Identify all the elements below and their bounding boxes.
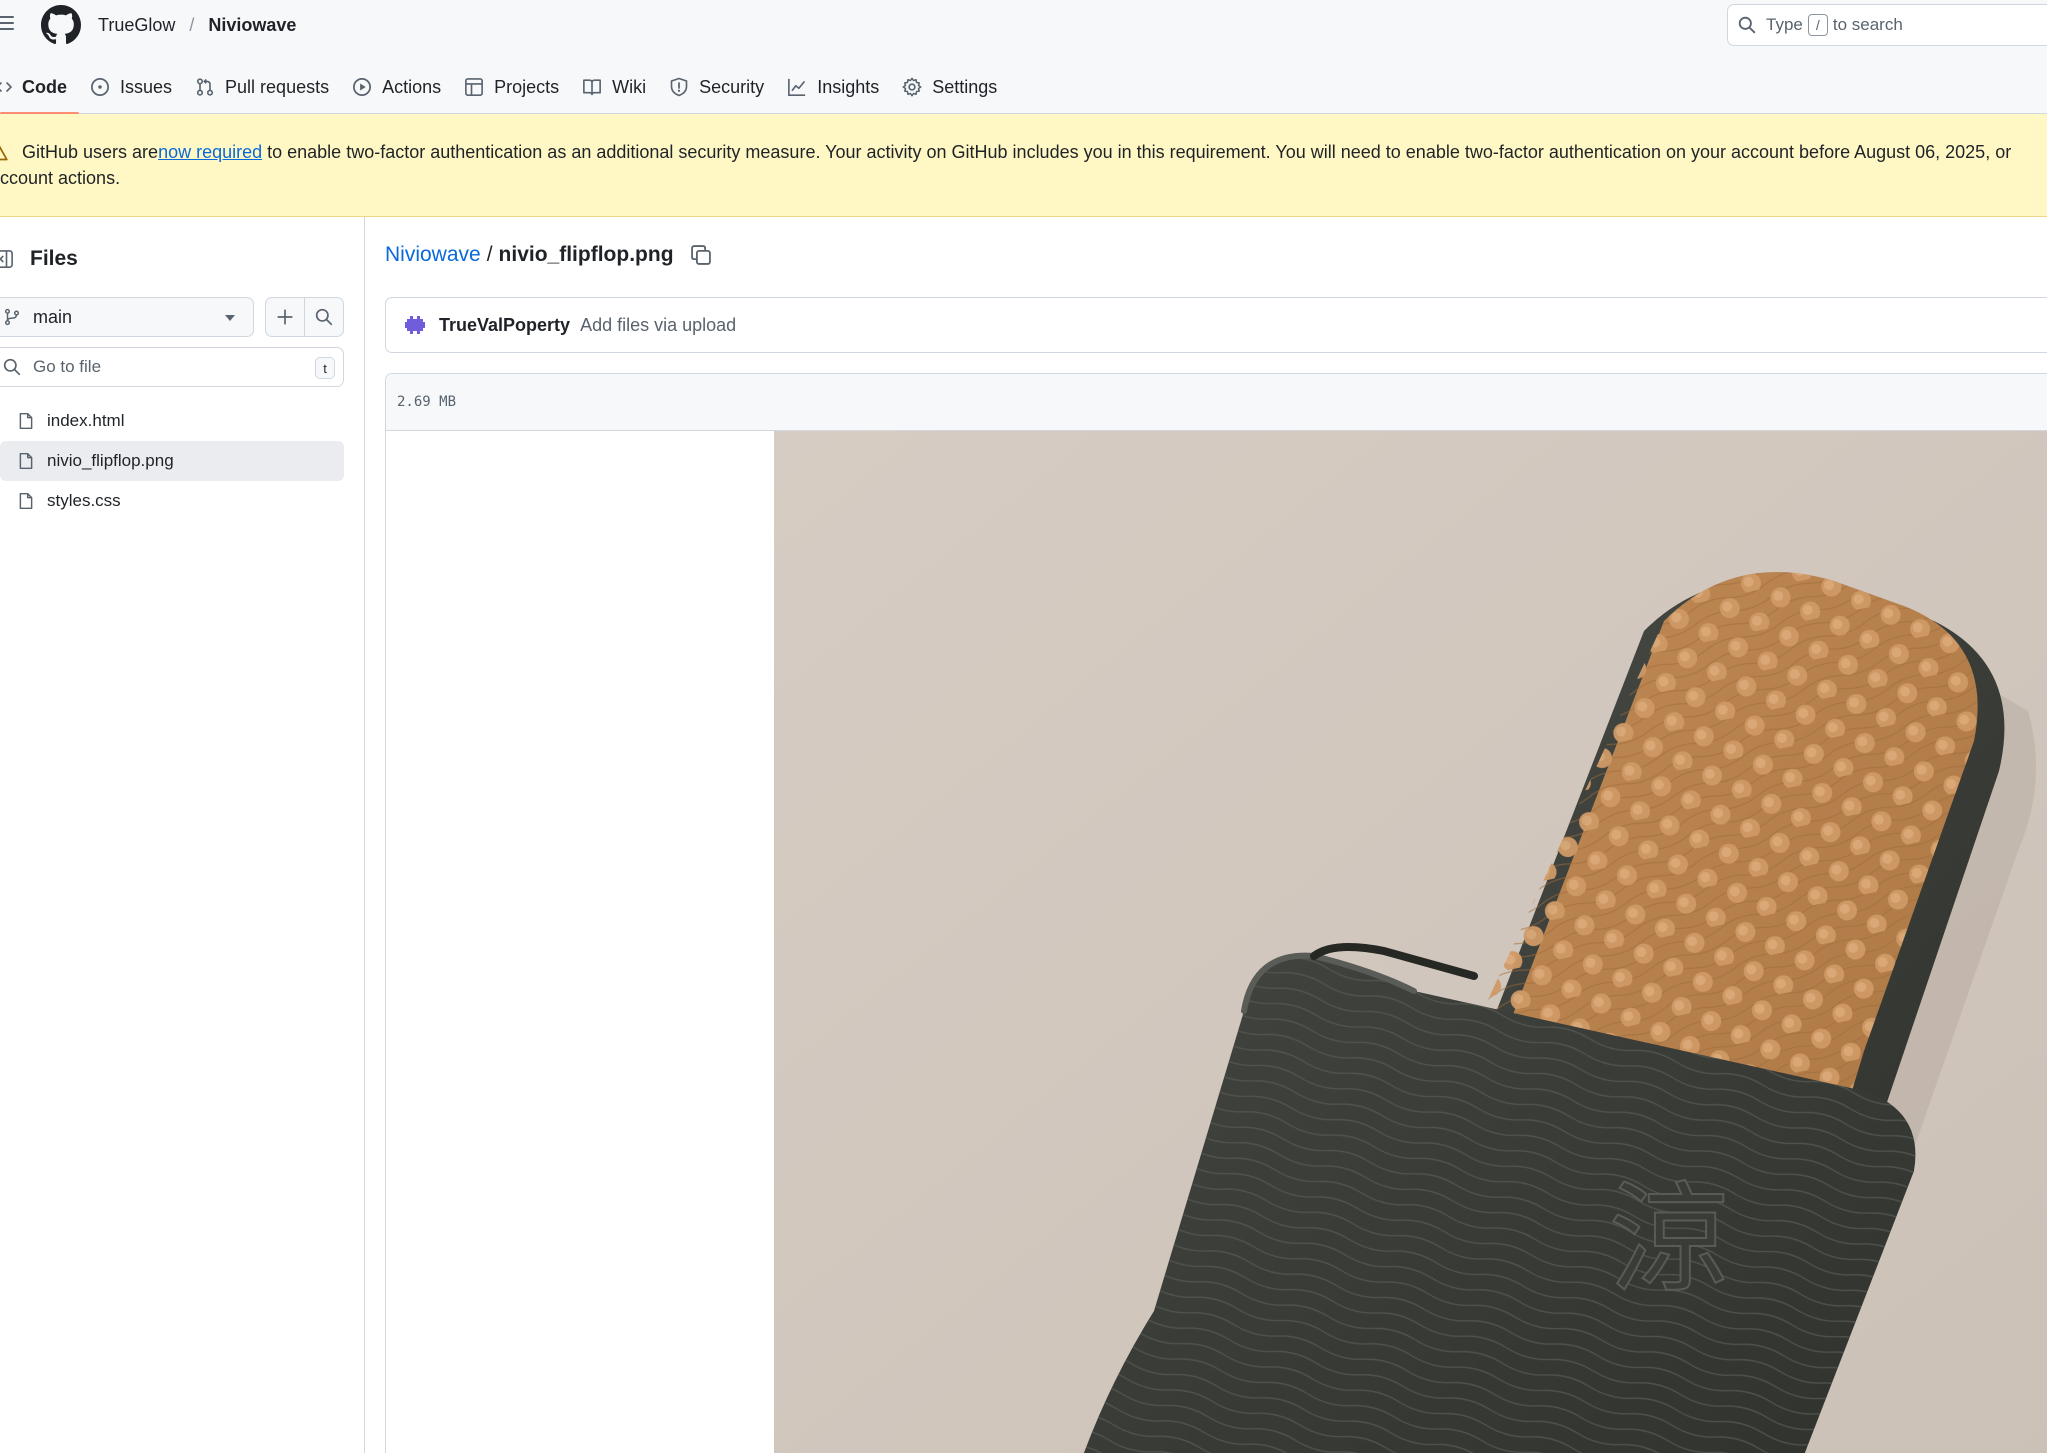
banner-text-start: GitHub users are: [22, 142, 159, 162]
gear-icon: [902, 77, 922, 97]
go-to-file-shortcut: t: [315, 357, 335, 379]
tab-label: Actions: [382, 76, 442, 97]
strap-kanji-emboss: 涼: [1609, 1171, 1729, 1310]
files-title: Files: [30, 247, 78, 270]
git-branch-icon: [4, 308, 20, 326]
tab-label: Code: [22, 76, 67, 97]
banner-text-rest: to enable two-factor authentication as a…: [262, 142, 2012, 162]
code-icon: [0, 82, 12, 92]
issue-opened-icon: [91, 78, 109, 96]
banner-line-1: GitHub users are now required to enable …: [0, 139, 2011, 165]
add-file-button[interactable]: [266, 298, 304, 336]
book-icon: [583, 79, 602, 96]
table-icon: [465, 78, 484, 96]
search-icon: [1738, 16, 1756, 34]
branch-selector[interactable]: main: [0, 297, 254, 337]
file-icon: [19, 492, 33, 510]
owner-link[interactable]: TrueGlow: [98, 15, 175, 36]
global-search-input[interactable]: Type / to search: [1727, 4, 2047, 46]
breadcrumb-file-name: nivio_flipflop.png: [498, 243, 674, 266]
tab-issues[interactable]: Issues: [79, 67, 184, 107]
search-files-button[interactable]: [304, 298, 343, 336]
graph-icon: [788, 78, 806, 96]
search-suffix: to search: [1832, 15, 1903, 34]
search-icon: [3, 358, 21, 376]
tab-insights[interactable]: Insights: [776, 67, 891, 107]
sidebar-collapse-icon[interactable]: [0, 249, 14, 269]
file-viewer: 2.69 MB 涼: [385, 373, 2047, 1453]
breadcrumb-repo-link[interactable]: Niviowave: [385, 243, 481, 267]
git-pull-request-icon: [196, 78, 214, 96]
go-to-file-input[interactable]: Go to file t: [0, 347, 344, 387]
shield-icon: [670, 77, 688, 97]
github-logo-icon[interactable]: [41, 5, 81, 45]
search-shortcut-key: /: [1807, 14, 1828, 36]
tab-label: Settings: [932, 76, 998, 97]
copy-path-icon[interactable]: [690, 244, 712, 266]
file-item-styles-css[interactable]: styles.css: [0, 481, 344, 521]
app-header: TrueGlow / Niviowave Type / to search Co…: [0, 0, 2047, 115]
tab-projects[interactable]: Projects: [453, 67, 571, 107]
file-item-index-html[interactable]: index.html: [0, 401, 344, 441]
file-actions-group: [265, 297, 344, 337]
tab-label: Projects: [494, 76, 560, 97]
commit-message[interactable]: Add files via upload: [580, 315, 736, 336]
flipflop-image: 涼: [774, 431, 2047, 1453]
tab-label: Security: [699, 76, 765, 97]
breadcrumb-separator: /: [486, 243, 493, 266]
file-list: index.html nivio_flipflop.png styles.css: [0, 401, 344, 521]
tab-pull-requests[interactable]: Pull requests: [184, 67, 341, 107]
file-viewer-header: 2.69 MB: [386, 374, 2047, 431]
file-tree-sidebar: Files main Go to file t index.html nivio…: [0, 217, 365, 1453]
play-icon: [353, 78, 372, 96]
repo-context: TrueGlow / Niviowave: [98, 12, 296, 38]
author-avatar[interactable]: [403, 313, 427, 337]
tab-security[interactable]: Security: [658, 67, 776, 107]
tab-code[interactable]: Code: [0, 67, 79, 115]
file-item-nivio-flipflop-png[interactable]: nivio_flipflop.png: [0, 441, 344, 481]
search-prefix: Type: [1766, 15, 1803, 34]
tab-settings[interactable]: Settings: [891, 67, 1009, 107]
file-size: 2.69 MB: [397, 394, 457, 410]
file-icon: [19, 452, 33, 470]
go-to-file-placeholder: Go to file: [33, 357, 102, 376]
tab-label: Wiki: [612, 76, 647, 97]
file-name: styles.css: [47, 491, 121, 510]
branch-name: main: [33, 306, 73, 327]
file-breadcrumb: Niviowave / nivio_flipflop.png: [385, 243, 712, 267]
tab-label: Insights: [817, 76, 880, 97]
files-header: Files: [0, 247, 78, 271]
search-icon: [315, 308, 333, 326]
plus-icon: [277, 309, 293, 325]
file-name: index.html: [47, 411, 125, 430]
banner-line-2: ccount actions.: [0, 168, 121, 188]
two-factor-banner: GitHub users are now required to enable …: [0, 114, 2047, 217]
tab-label: Pull requests: [225, 76, 330, 97]
hamburger-menu-icon[interactable]: [0, 12, 16, 34]
context-separator: /: [189, 14, 195, 35]
tab-wiki[interactable]: Wiki: [571, 67, 658, 107]
commit-author[interactable]: TrueValPoperty: [439, 315, 570, 336]
now-required-link[interactable]: now required: [158, 139, 262, 165]
tab-label: Issues: [120, 76, 173, 97]
alert-icon: [0, 145, 8, 161]
repo-link[interactable]: Niviowave: [208, 15, 296, 36]
tab-actions[interactable]: Actions: [341, 67, 453, 107]
file-name: nivio_flipflop.png: [47, 451, 174, 470]
file-icon: [19, 412, 33, 430]
repo-nav-tabs: Code Issues Pull requests Actions Projec…: [0, 64, 1009, 115]
latest-commit-bar: TrueValPoperty Add files via upload: [385, 297, 2047, 353]
triangle-down-icon: [225, 315, 235, 321]
